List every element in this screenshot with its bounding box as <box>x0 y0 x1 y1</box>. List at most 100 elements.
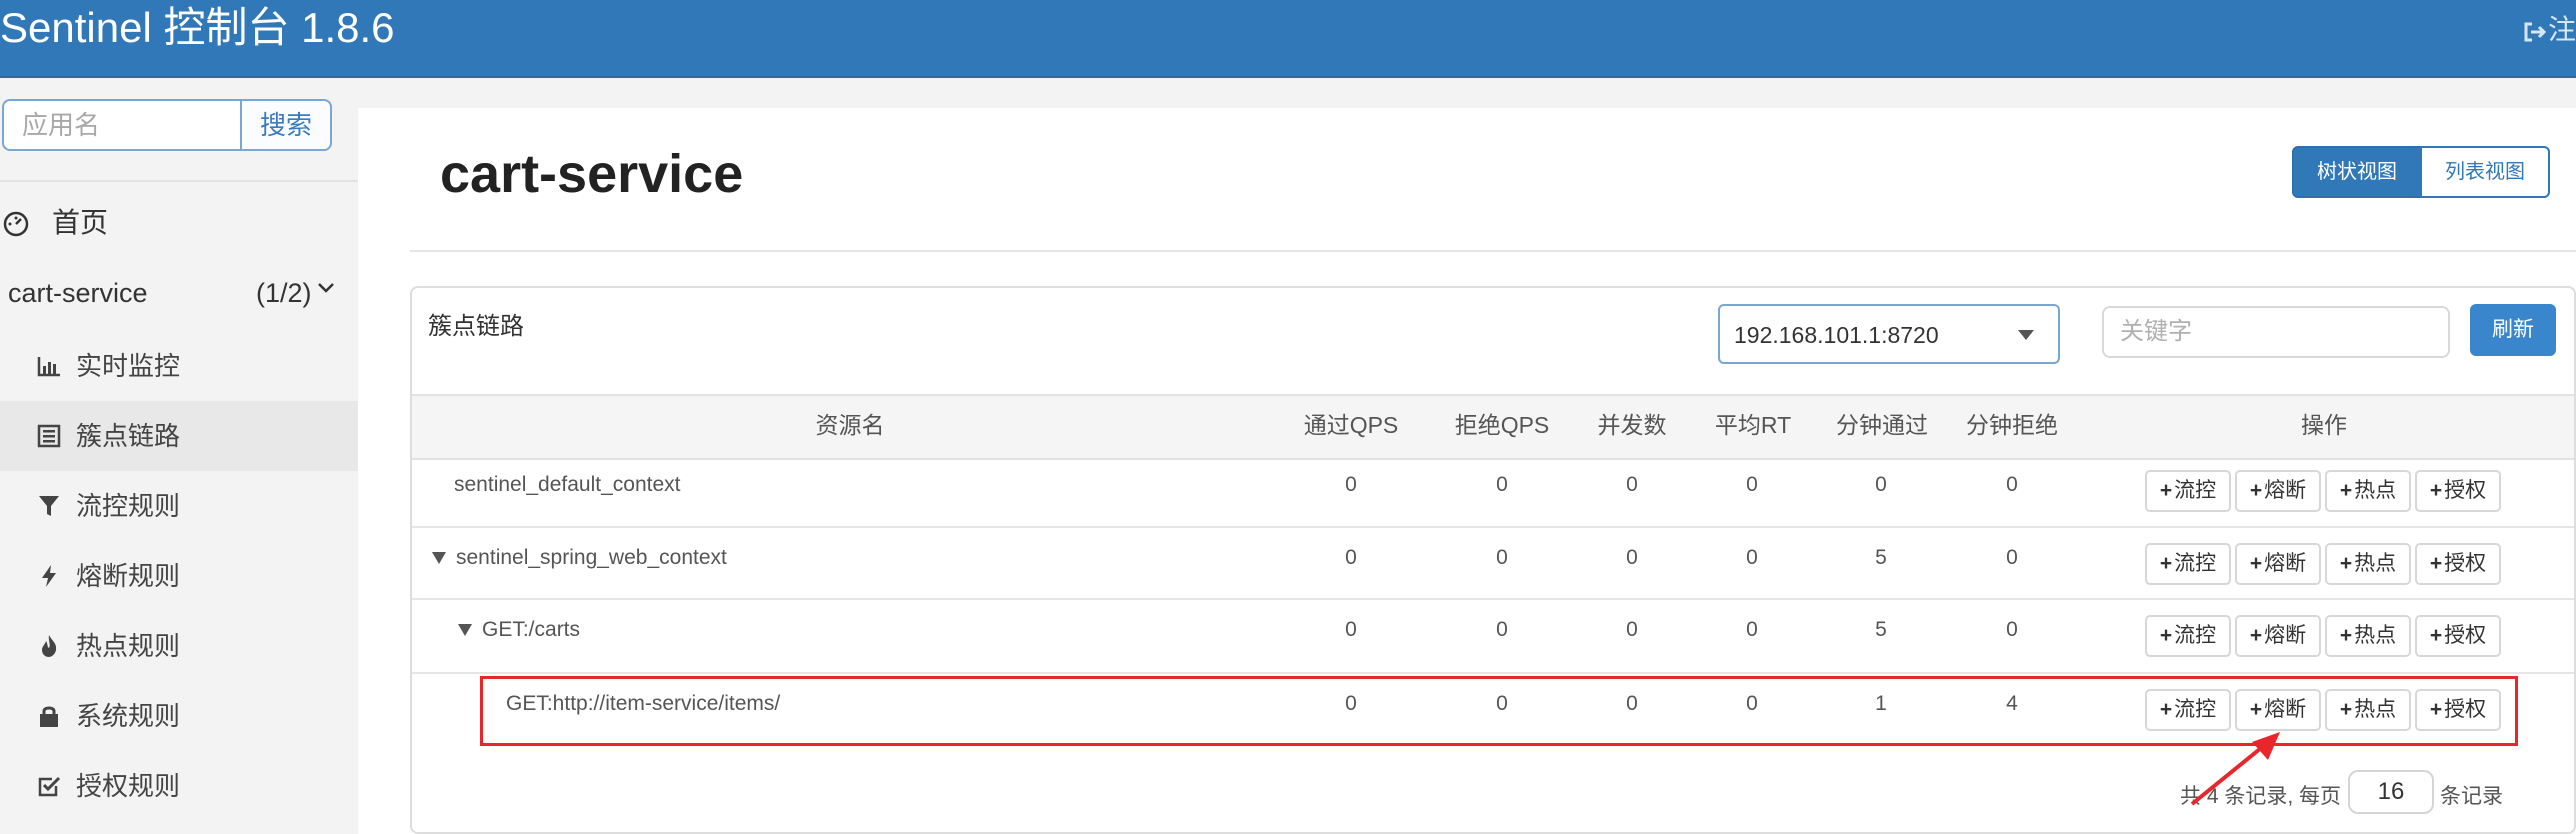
op-label: 熔断 <box>2264 552 2307 575</box>
title-divider <box>410 250 2576 252</box>
pager-suffix-text: 条记录 <box>2440 785 2503 808</box>
add-flow-rule-button[interactable]: +流控 <box>2145 615 2231 657</box>
sidebar-app-cart-service[interactable]: cart-service (1/2) <box>0 260 358 326</box>
resource-name-label: sentinel_spring_web_context <box>456 546 727 569</box>
col-resource-name: 资源名 <box>815 412 885 438</box>
col-avg-rt: 平均RT <box>1714 412 1792 438</box>
add-degrade-rule-button[interactable]: +熔断 <box>2235 543 2321 585</box>
machine-select-value: 192.168.101.1:8720 <box>1734 322 1939 348</box>
col-pass-qps: 通过QPS <box>1303 412 1399 438</box>
add-authority-rule-button[interactable]: +授权 <box>2415 470 2501 512</box>
op-label: 授权 <box>2444 479 2487 502</box>
flash-icon <box>42 565 56 587</box>
app-title: Sentinel 控制台 1.8.6 <box>0 4 395 51</box>
sidebar-item-label: 实时监控 <box>76 351 181 381</box>
refresh-button[interactable]: 刷新 <box>2470 304 2556 356</box>
row-divider <box>412 598 2574 600</box>
minute-block: 0 <box>2006 546 2018 569</box>
op-label: 授权 <box>2444 552 2487 575</box>
logout-link[interactable]: 注 <box>2520 12 2576 48</box>
sidebar-item-home[interactable]: 首页 <box>0 188 358 258</box>
avg-rt: 0 <box>1746 473 1758 496</box>
block-qps: 0 <box>1496 546 1508 569</box>
concurrency: 0 <box>1626 473 1638 496</box>
plus-icon: + <box>2339 552 2353 575</box>
row-divider <box>412 672 2574 674</box>
plus-icon: + <box>2339 624 2353 647</box>
add-flow-rule-button[interactable]: +流控 <box>2145 543 2231 585</box>
page-size-input[interactable]: 16 <box>2348 770 2434 814</box>
keyword-search-input[interactable] <box>2102 306 2450 358</box>
sidebar-item-label: 热点规则 <box>76 631 181 661</box>
op-label: 熔断 <box>2264 479 2307 502</box>
op-label: 熔断 <box>2264 624 2307 647</box>
sidebar-item-label: 熔断规则 <box>76 561 181 591</box>
plus-icon: + <box>2339 479 2353 502</box>
op-label: 流控 <box>2174 624 2217 647</box>
sidebar-item-cluster-chain[interactable]: 簇点链路 <box>0 401 358 471</box>
sidebar-item-system-rules[interactable]: 系统规则 <box>0 681 358 751</box>
op-label: 流控 <box>2174 552 2217 575</box>
col-minute-pass: 分钟通过 <box>1836 412 1928 438</box>
annotation-arrow-icon <box>2190 732 2280 806</box>
sidebar-item-realtime-monitor[interactable]: 实时监控 <box>0 331 358 401</box>
sidebar-divider <box>0 180 358 182</box>
sidebar-item-degrade-rules[interactable]: 熔断规则 <box>0 541 358 611</box>
op-label: 热点 <box>2354 479 2397 502</box>
app-search-button[interactable]: 搜索 <box>240 99 332 151</box>
dashboard-icon <box>3 211 29 237</box>
fire-icon <box>42 635 57 657</box>
minute-pass: 5 <box>1875 546 1887 569</box>
col-minute-block: 分钟拒绝 <box>1966 412 2058 438</box>
add-authority-rule-button[interactable]: +授权 <box>2415 543 2501 585</box>
expand-triangle-icon <box>432 552 446 565</box>
plus-icon: + <box>2429 479 2443 502</box>
plus-icon: + <box>2249 624 2263 647</box>
op-label: 热点 <box>2354 552 2397 575</box>
list-view-button[interactable]: 列表视图 <box>2420 146 2550 198</box>
app-search-group: 搜索 <box>0 99 332 153</box>
content-top-strip <box>358 78 2576 108</box>
sidebar-item-authority-rules[interactable]: 授权规则 <box>0 751 358 821</box>
resource-name: sentinel_default_context <box>454 473 681 496</box>
app-search-input[interactable] <box>2 99 240 151</box>
logout-label: 注 <box>2547 14 2576 45</box>
plus-icon: + <box>2429 552 2443 575</box>
col-block-qps: 拒绝QPS <box>1454 412 1550 438</box>
filter-icon <box>39 496 59 516</box>
col-concurrency: 并发数 <box>1597 412 1667 438</box>
pass-qps: 0 <box>1345 618 1357 641</box>
pass-qps: 0 <box>1345 473 1357 496</box>
machine-select[interactable]: 192.168.101.1:8720 <box>1718 304 2060 364</box>
minute-pass: 0 <box>1875 473 1887 496</box>
resource-name[interactable]: GET:/carts <box>458 616 580 644</box>
add-hotspot-rule-button[interactable]: +热点 <box>2325 470 2411 512</box>
sidebar-item-label: 系统规则 <box>76 701 181 731</box>
plus-icon: + <box>2159 479 2173 502</box>
add-flow-rule-button[interactable]: +流控 <box>2145 470 2231 512</box>
tree-view-button[interactable]: 树状视图 <box>2292 146 2422 198</box>
sidebar-item-hotspot-rules[interactable]: 热点规则 <box>0 611 358 681</box>
sidebar-item-flow-rules[interactable]: 流控规则 <box>0 471 358 541</box>
col-operations: 操作 <box>2301 412 2347 438</box>
caret-down-icon <box>2018 330 2034 340</box>
check-square-icon <box>38 776 61 797</box>
expand-triangle-icon <box>458 624 472 637</box>
add-hotspot-rule-button[interactable]: +热点 <box>2325 615 2411 657</box>
resource-name[interactable]: sentinel_spring_web_context <box>432 544 727 572</box>
minute-pass: 5 <box>1875 618 1887 641</box>
block-qps: 0 <box>1496 473 1508 496</box>
page-title: cart-service <box>440 144 744 204</box>
list-icon <box>37 424 61 448</box>
bar-chart-icon <box>37 357 60 377</box>
add-authority-rule-button[interactable]: +授权 <box>2415 615 2501 657</box>
sidebar-item-label: 簇点链路 <box>76 421 181 451</box>
add-degrade-rule-button[interactable]: +熔断 <box>2235 470 2321 512</box>
sidebar: 搜索 首页 cart-service (1/2) 实时监控 簇点链路 <box>0 78 358 834</box>
block-qps: 0 <box>1496 618 1508 641</box>
avg-rt: 0 <box>1746 618 1758 641</box>
add-degrade-rule-button[interactable]: +熔断 <box>2235 615 2321 657</box>
plus-icon: + <box>2159 552 2173 575</box>
add-hotspot-rule-button[interactable]: +热点 <box>2325 543 2411 585</box>
row-divider <box>412 526 2574 528</box>
